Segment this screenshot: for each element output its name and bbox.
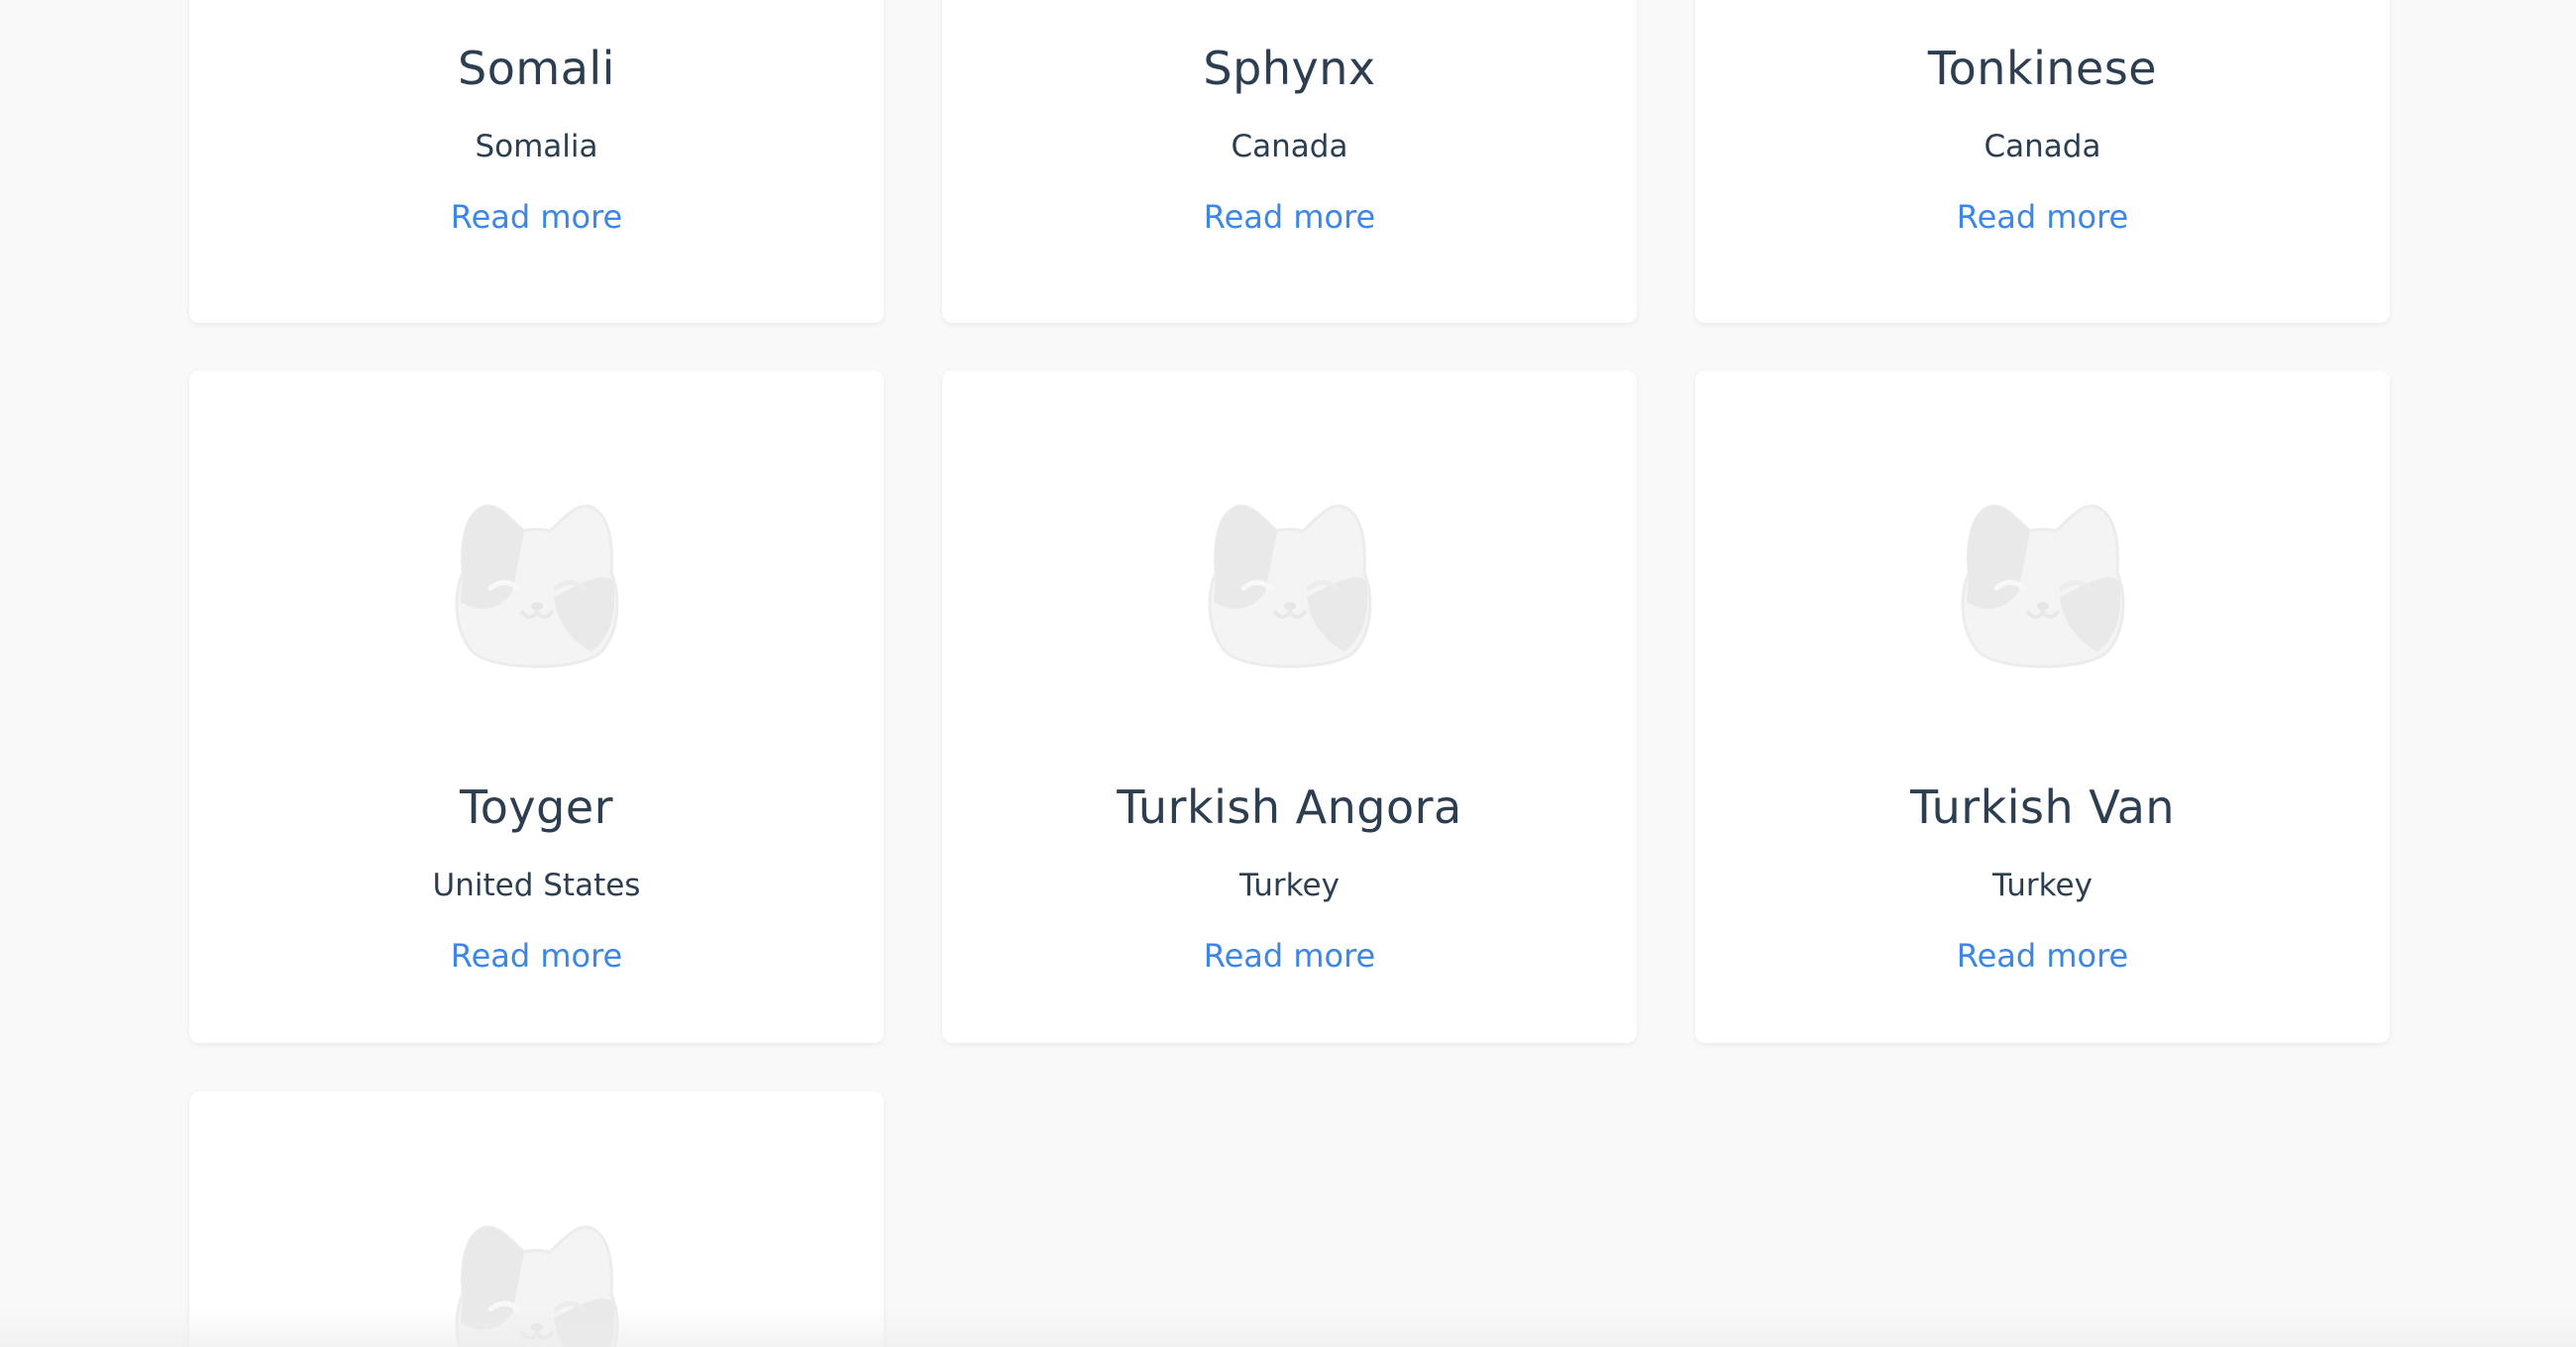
breed-name: Somali	[458, 42, 615, 95]
read-more-link[interactable]: Read more	[942, 198, 1637, 236]
breed-card	[189, 1091, 884, 1347]
breed-card: Somali Somalia Read more	[189, 0, 884, 323]
breed-origin: Canada	[1231, 129, 1348, 164]
breed-origin: Canada	[1984, 129, 2101, 164]
breed-name: Tonkinese	[1927, 42, 2158, 95]
read-more-link[interactable]: Read more	[189, 937, 884, 975]
read-more-link[interactable]: Read more	[942, 937, 1637, 975]
read-more-link[interactable]: Read more	[189, 198, 884, 236]
breed-name: Turkish Van	[1909, 780, 2176, 834]
breed-name: Toyger	[459, 780, 614, 834]
cat-placeholder-icon	[1961, 504, 2124, 669]
breed-card: Tonkinese Canada Read more	[1695, 0, 2390, 323]
breed-card: Toyger United States Read more	[189, 370, 884, 1043]
breed-card: Sphynx Canada Read more	[942, 0, 1637, 323]
breed-origin: Turkey	[1239, 868, 1340, 903]
breed-name: Turkish Angora	[1117, 780, 1462, 834]
breed-origin: Turkey	[1992, 868, 2093, 903]
breed-origin: Somalia	[475, 129, 598, 164]
cat-placeholder-icon	[455, 1225, 618, 1347]
cat-placeholder-icon	[1208, 504, 1371, 669]
breed-origin: United States	[432, 868, 641, 903]
breed-grid-page: Somali Somalia Read more Sphynx Canada R…	[0, 0, 2576, 1347]
breed-card: Turkish Van Turkey Read more	[1695, 370, 2390, 1043]
breed-card: Turkish Angora Turkey Read more	[942, 370, 1637, 1043]
cat-placeholder-icon	[455, 504, 618, 669]
breed-name: Sphynx	[1203, 42, 1376, 95]
read-more-link[interactable]: Read more	[1695, 198, 2390, 236]
read-more-link[interactable]: Read more	[1695, 937, 2390, 975]
